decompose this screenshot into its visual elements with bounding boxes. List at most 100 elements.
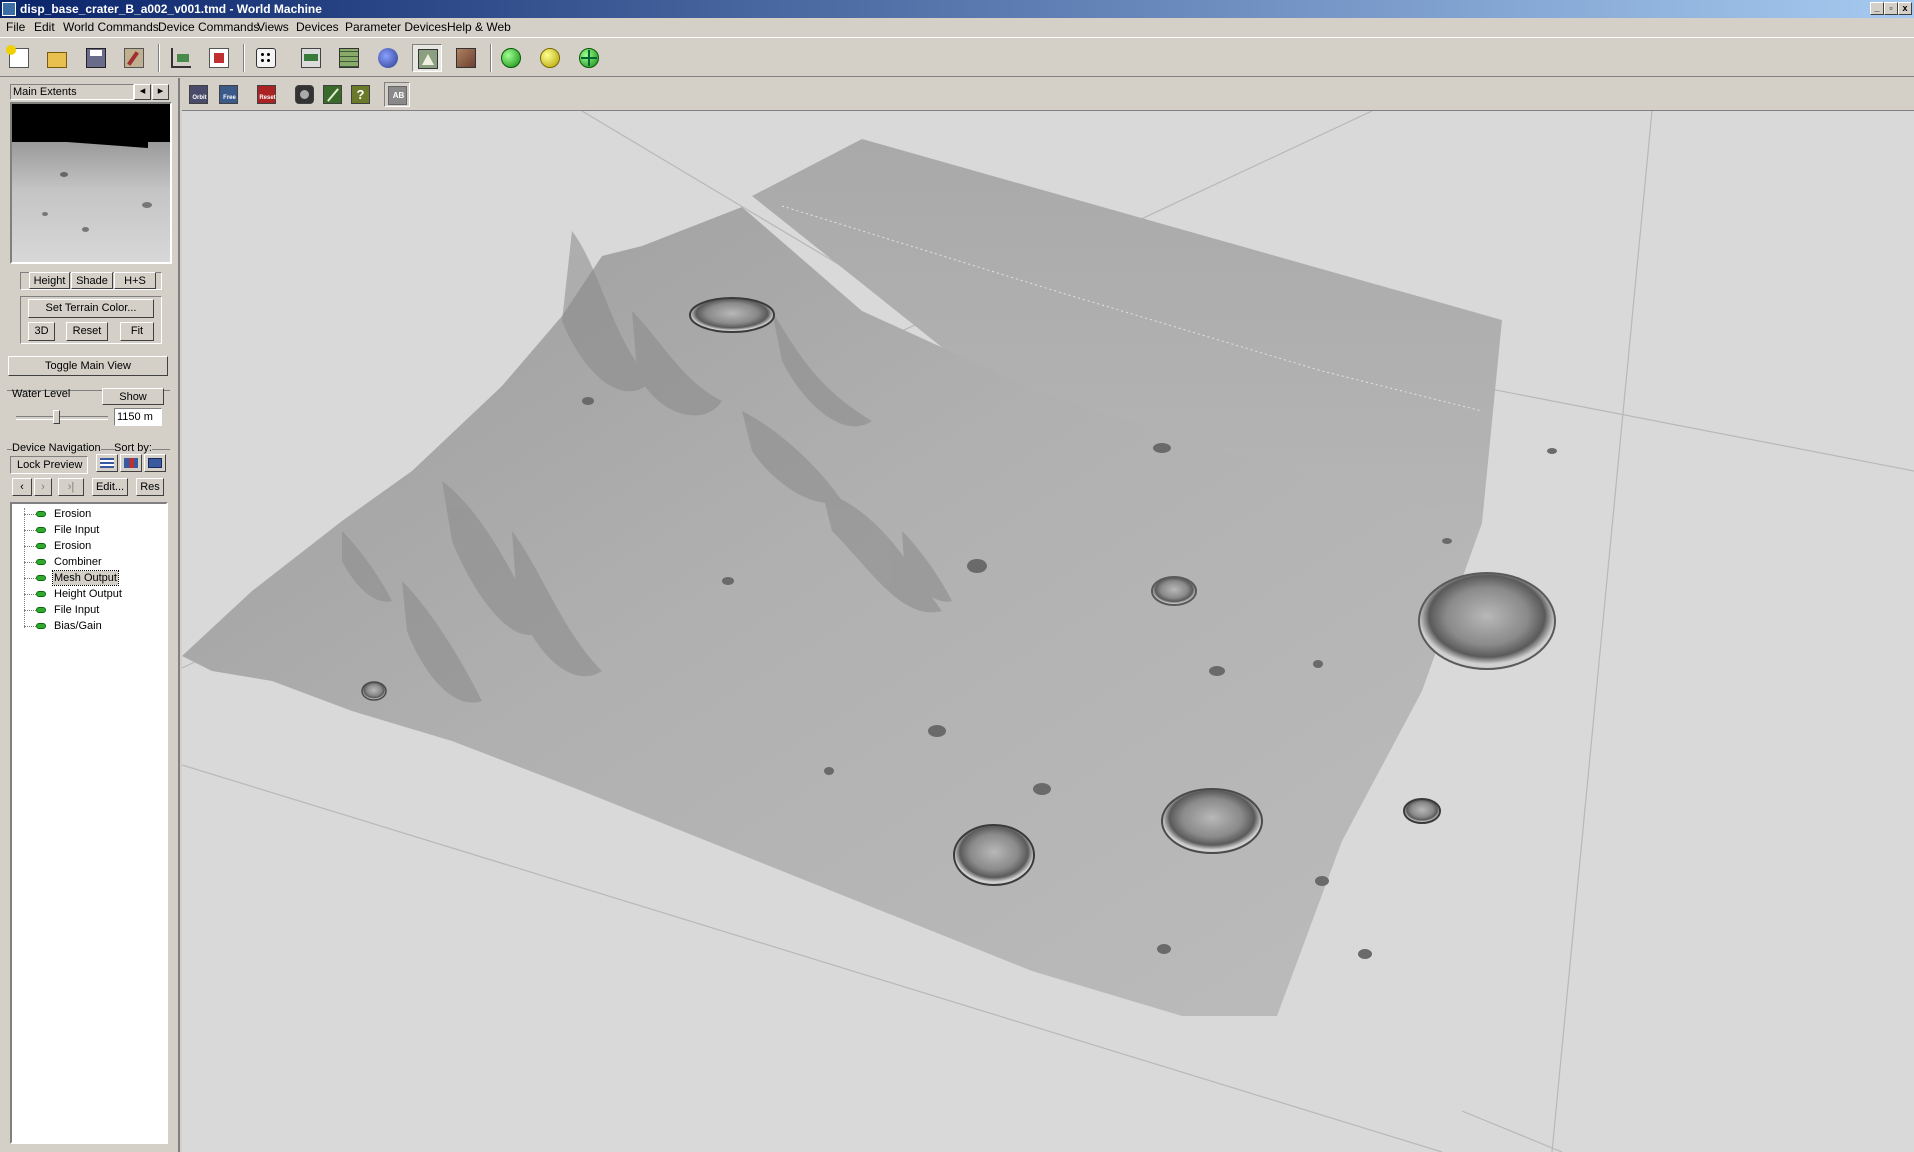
device-tree[interactable]: Erosion File Input Erosion Combiner Mesh… (10, 502, 168, 1144)
sort-type-button[interactable] (120, 454, 142, 472)
texture-button[interactable] (451, 44, 481, 72)
ab-compare-button[interactable]: AB (384, 82, 410, 107)
menu-edit[interactable]: Edit (34, 20, 55, 35)
new-file-icon (6, 45, 29, 68)
reset-view-label: Reset (259, 95, 276, 101)
new-file-button[interactable] (4, 44, 34, 72)
grid-button[interactable] (334, 44, 364, 72)
device-node-icon (36, 559, 46, 565)
orbit-label: Orbit (192, 95, 207, 101)
view-toolbar: Orbit Free Reset ? AB (182, 78, 1914, 111)
build-area-button[interactable] (574, 44, 604, 72)
water-show-button[interactable]: Show (102, 388, 164, 405)
sort-tree-button[interactable] (144, 454, 166, 472)
free-button[interactable]: Free (216, 82, 242, 107)
export-button[interactable] (296, 44, 326, 72)
wizard-button[interactable] (119, 44, 149, 72)
terrain-view-button[interactable] (412, 44, 442, 72)
build-button[interactable] (496, 44, 526, 72)
device-tree-item[interactable]: Erosion (12, 538, 162, 554)
menu-device-commands[interactable]: Device Commands (158, 20, 259, 35)
edit-device-button[interactable]: Edit... (92, 478, 128, 496)
device-name: Erosion (54, 508, 92, 520)
globe-button[interactable] (373, 44, 403, 72)
help-icon: ? (351, 85, 370, 104)
menu-world-commands[interactable]: World Commands (63, 20, 159, 35)
chart-button[interactable] (166, 44, 196, 72)
terrain-3d-view[interactable] (182, 111, 1914, 1152)
device-tree-item[interactable]: Combiner (12, 554, 162, 570)
shade-mode-button[interactable]: Shade (71, 272, 113, 289)
open-folder-icon (47, 52, 67, 68)
device-tree-item[interactable]: File Input (12, 522, 162, 538)
close-button[interactable]: x (1898, 2, 1912, 15)
menu-views[interactable]: Views (257, 20, 289, 35)
device-tree-item[interactable]: Height Output (12, 586, 162, 602)
lock-preview-toggle[interactable]: Lock Preview (10, 456, 88, 474)
chart-icon (171, 48, 191, 68)
camera-icon (295, 85, 314, 104)
hs-mode-button[interactable]: H+S (114, 272, 156, 289)
window-title: disp_base_crater_B_a002_v001.tmd - World… (20, 2, 322, 16)
water-level-slider-thumb[interactable] (53, 410, 60, 424)
build-green-icon (501, 48, 521, 68)
build-crosshair-icon (579, 48, 599, 68)
water-level-input[interactable]: 1150 m (114, 408, 162, 426)
extents-next-button[interactable]: ▸ (152, 84, 169, 100)
device-node-icon (36, 623, 46, 629)
res-button[interactable]: Res (136, 478, 164, 496)
height-mode-button[interactable]: Height (29, 272, 70, 289)
texture-icon (456, 48, 476, 68)
randomize-button[interactable] (251, 44, 281, 72)
build-preview-button[interactable] (535, 44, 565, 72)
minimize-button[interactable]: _ (1870, 2, 1884, 15)
menu-file[interactable]: File (6, 20, 25, 35)
set-terrain-color-button[interactable]: Set Terrain Color... (28, 299, 154, 318)
water-level-value: 1150 m (117, 411, 153, 423)
menu-help-web[interactable]: Help & Web (447, 20, 511, 35)
device-button[interactable] (204, 44, 234, 72)
device-tree-item[interactable]: File Input (12, 602, 162, 618)
menu-devices[interactable]: Devices (296, 20, 339, 35)
device-name: Bias/Gain (54, 620, 102, 632)
device-name: File Input (54, 604, 100, 616)
device-tree-item-selected[interactable]: Mesh Output (12, 570, 162, 586)
orbit-icon: Orbit (189, 85, 208, 104)
export-icon (301, 48, 321, 68)
nav-forward-button[interactable]: › (34, 478, 52, 496)
lock-preview-label: Lock Preview (17, 459, 83, 471)
reset-view-icon: Reset (257, 85, 276, 104)
tree-icon (148, 458, 162, 468)
save-button[interactable] (81, 44, 111, 72)
toggle-main-view-button[interactable]: Toggle Main View (8, 356, 168, 376)
globe-icon (378, 48, 398, 68)
device-icon (209, 48, 229, 68)
device-tree-item[interactable]: Bias/Gain (12, 618, 162, 634)
restore-button[interactable]: ▫ (1884, 2, 1898, 15)
menu-parameter-devices[interactable]: Parameter Devices (345, 20, 447, 35)
orbit-button[interactable]: Orbit (186, 82, 212, 107)
device-tree-item[interactable]: Erosion (12, 506, 162, 522)
fit-button[interactable]: Fit (120, 322, 154, 341)
device-name: Erosion (54, 540, 92, 552)
grid-icon (339, 48, 359, 68)
toolbar-separator (490, 44, 492, 72)
nav-end-button[interactable]: ›| (58, 478, 84, 496)
extents-prev-button[interactable]: ◂ (134, 84, 151, 100)
device-node-icon (36, 575, 46, 581)
water-level-slider[interactable] (16, 410, 108, 424)
extents-selector[interactable]: Main Extents (10, 84, 134, 100)
terrain-view-icon (418, 49, 438, 69)
camera-button[interactable] (292, 82, 318, 107)
sort-list-button[interactable] (96, 454, 118, 472)
open-button[interactable] (42, 44, 72, 72)
line-tool-button[interactable] (320, 82, 346, 107)
device-node-icon (36, 607, 46, 613)
3d-button[interactable]: 3D (28, 322, 55, 341)
nav-back-button[interactable]: ‹ (12, 478, 32, 496)
reset-button[interactable]: Reset (66, 322, 108, 341)
reset-view-button[interactable]: Reset (254, 82, 280, 107)
terrain-preview[interactable] (10, 102, 172, 264)
help-button[interactable]: ? (348, 82, 374, 107)
device-node-icon (36, 543, 46, 549)
